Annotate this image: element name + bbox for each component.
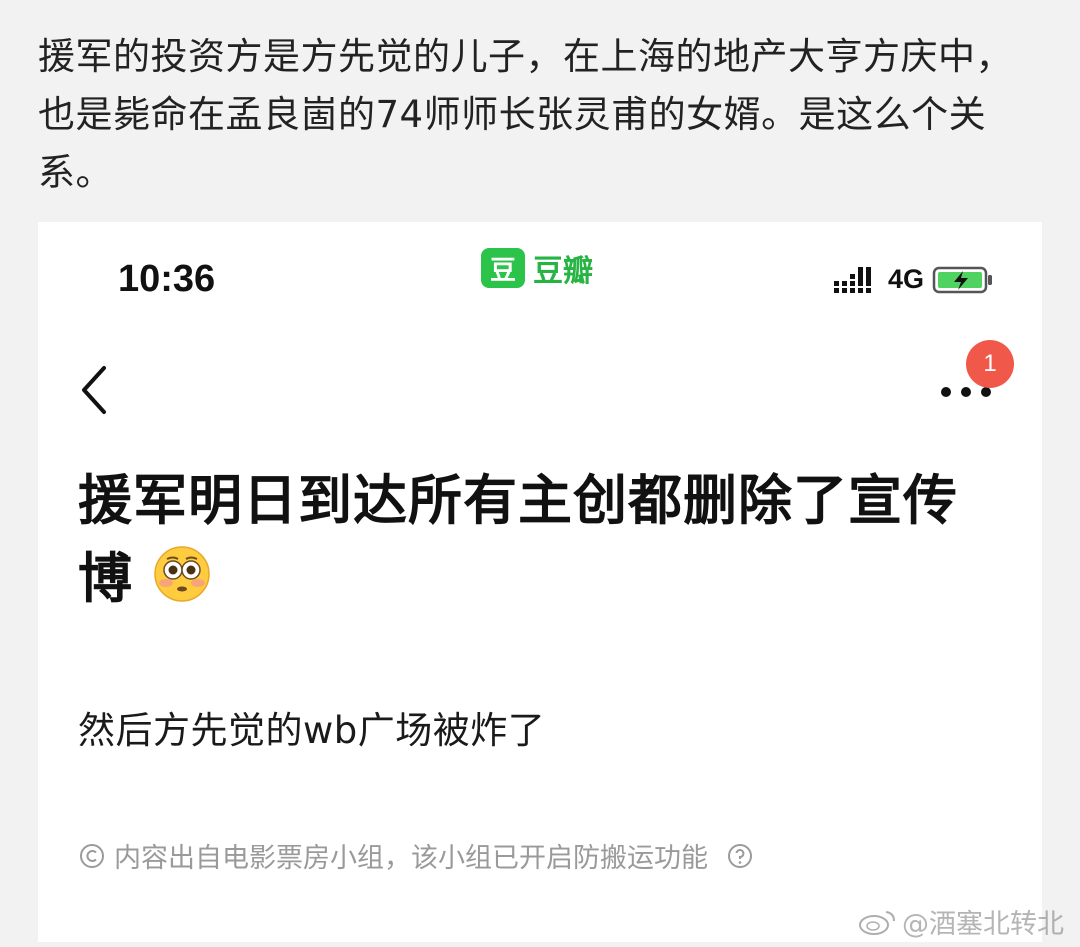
anti-repost-note: 内容出自电影票房小组，该小组已开启防搬运功能 — [78, 836, 754, 875]
weibo-icon — [859, 910, 895, 935]
network-type: 4G — [887, 264, 924, 294]
help-icon[interactable] — [726, 842, 754, 870]
watermark-text: @酒塞北转北 — [902, 909, 1064, 940]
douban-logo-icon: 豆 — [481, 248, 525, 288]
status-time: 10:36 — [118, 258, 216, 300]
app-badge: 豆 豆瓣 — [481, 246, 593, 290]
signal-icon — [833, 266, 871, 293]
caption-text: 援军的投资方是方先觉的儿子，在上海的地产大亨方庆中，也是毙命在孟良崮的74师师长… — [38, 35, 1013, 194]
battery-charging-icon — [932, 266, 992, 293]
app-name: 豆瓣 — [533, 254, 593, 289]
phone-screenshot: 10:36 豆 豆瓣 4G 1 援军明日到达所有主创都删除了宣传博 然后方先觉的… — [38, 222, 1042, 942]
post-title: 援军明日到达所有主创都删除了宣传博 — [78, 462, 1008, 618]
post-body: 然后方先觉的wb广场被炸了 — [78, 709, 546, 752]
copyright-icon — [80, 843, 104, 868]
back-button[interactable] — [74, 362, 114, 418]
notification-badge[interactable]: 1 — [966, 340, 1014, 388]
status-indicators: 4G — [833, 264, 994, 295]
anti-repost-note-text: 内容出自电影票房小组，该小组已开启防搬运功能 — [114, 843, 708, 874]
flushed-face-emoji-icon — [154, 546, 210, 602]
weibo-watermark: @酒塞北转北 — [858, 902, 1064, 941]
